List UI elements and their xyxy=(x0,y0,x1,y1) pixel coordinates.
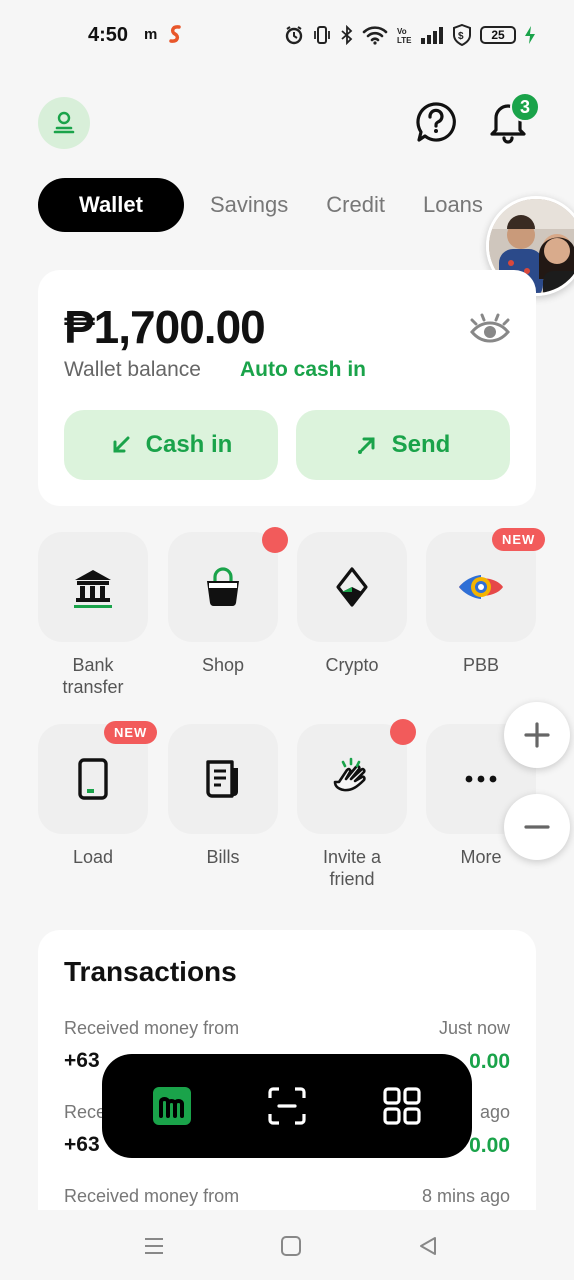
more-dots-icon xyxy=(465,775,497,783)
bills-tile xyxy=(168,724,278,834)
menu-lines-icon xyxy=(145,1238,163,1254)
transaction-time: ago xyxy=(479,1102,510,1122)
invite-tile xyxy=(297,724,407,834)
nav-back-button[interactable] xyxy=(414,1232,442,1260)
pbb-new-badge: NEW xyxy=(492,528,546,551)
arrow-down-left-icon xyxy=(113,436,130,453)
bluetooth-icon xyxy=(341,25,353,45)
cash-in-button[interactable]: Cash in xyxy=(64,410,278,480)
svg-text:LTE: LTE xyxy=(397,36,412,45)
maya-logo-icon xyxy=(153,1087,191,1125)
user-icon xyxy=(53,111,75,134)
service-crypto[interactable]: Crypto xyxy=(297,532,407,676)
volte-icon: VoLTE xyxy=(397,27,412,45)
send-label: Send xyxy=(391,431,451,458)
transaction-amount: 0.00 xyxy=(469,1050,510,1073)
tab-credit[interactable]: Credit xyxy=(326,192,385,218)
arrow-up-right-icon xyxy=(357,437,375,454)
service-label: Load xyxy=(72,847,114,867)
floating-dock xyxy=(102,1054,472,1158)
crypto-icon xyxy=(336,567,368,607)
home-square-icon xyxy=(281,1236,301,1256)
tab-loans[interactable]: Loans xyxy=(423,192,483,218)
dock-scan-button[interactable] xyxy=(265,1084,309,1128)
phone-icon xyxy=(78,758,108,800)
service-pbb[interactable]: PBB xyxy=(426,532,536,676)
service-label: Shop xyxy=(201,655,245,675)
scan-qr-icon xyxy=(268,1087,306,1125)
battery-indicator: 25 xyxy=(480,26,516,44)
app-notification-icon xyxy=(169,25,181,43)
bill-icon xyxy=(206,760,238,798)
service-bank-transfer[interactable]: Bank transfer xyxy=(38,532,148,698)
status-time: 4:50 xyxy=(88,24,129,46)
grid-icon xyxy=(383,1087,421,1125)
dock-menu-button[interactable] xyxy=(380,1084,424,1128)
profile-button[interactable] xyxy=(38,97,90,149)
clapping-hands-icon xyxy=(333,757,366,792)
account-tabs: Wallet Savings Credit Loans xyxy=(38,178,521,232)
bank-icon xyxy=(74,570,112,608)
eye-visibility-icon[interactable] xyxy=(468,310,512,346)
alarm-icon xyxy=(285,26,303,45)
service-invite-friend[interactable]: Invite a friend xyxy=(297,724,407,890)
shopping-bag-icon xyxy=(207,567,239,607)
service-label: Bank transfer xyxy=(62,655,124,697)
pbb-eye-icon xyxy=(459,575,503,599)
status-bar: 4:50 m Vo LTE $ 25 xyxy=(0,0,574,72)
tab-wallet[interactable]: Wallet xyxy=(38,178,184,232)
vpn-shield-icon: $ xyxy=(453,24,471,46)
send-button[interactable]: Send xyxy=(296,410,510,480)
shop-tile xyxy=(168,532,278,642)
transaction-time: 8 mins ago xyxy=(421,1186,510,1206)
service-label: Bills xyxy=(206,847,240,867)
bank-transfer-tile xyxy=(38,532,148,642)
wallet-balance-label: Wallet balance xyxy=(64,358,201,381)
shop-notification-dot xyxy=(262,527,288,553)
nav-home-button[interactable] xyxy=(277,1232,305,1260)
transaction-amount: 0.00 xyxy=(469,1134,510,1157)
service-shop[interactable]: Shop xyxy=(168,532,278,676)
tab-savings[interactable]: Savings xyxy=(210,192,288,218)
minus-icon xyxy=(524,825,550,829)
charging-icon xyxy=(525,26,535,44)
svg-text:Vo: Vo xyxy=(397,27,407,36)
service-label: Crypto xyxy=(325,655,379,675)
svg-text:$: $ xyxy=(458,31,464,42)
service-bills[interactable]: Bills xyxy=(168,724,278,868)
transaction-time: Just now xyxy=(438,1018,510,1038)
plus-icon xyxy=(524,722,550,748)
zoom-out-button[interactable] xyxy=(504,794,570,860)
notification-count-badge: 3 xyxy=(510,92,540,122)
back-triangle-icon xyxy=(420,1237,436,1255)
signal-icon xyxy=(421,27,443,44)
vibrate-icon xyxy=(314,26,330,44)
help-icon[interactable] xyxy=(414,100,458,144)
wallet-card: ₱1,700.00 Wallet balance Auto cash in Ca… xyxy=(38,270,536,506)
dock-home-button[interactable] xyxy=(150,1084,194,1128)
wallet-balance-amount: ₱1,700.00 xyxy=(64,301,266,353)
service-load[interactable]: Load xyxy=(38,724,148,868)
auto-cash-in-link[interactable]: Auto cash in xyxy=(240,358,366,382)
invite-notification-dot xyxy=(390,719,416,745)
nav-recents-button[interactable] xyxy=(140,1232,168,1260)
load-new-badge: NEW xyxy=(104,721,158,744)
cash-in-label: Cash in xyxy=(145,431,233,458)
zoom-in-button[interactable] xyxy=(504,702,570,768)
transaction-row[interactable]: Received money from 8 mins ago xyxy=(64,1186,510,1207)
maya-notification-icon: m xyxy=(144,26,158,43)
service-label: PBB xyxy=(462,655,500,675)
crypto-tile xyxy=(297,532,407,642)
system-navigation-bar xyxy=(0,1210,574,1280)
service-label: Invite a friend xyxy=(322,847,382,889)
wifi-icon xyxy=(362,26,388,45)
transactions-title: Transactions xyxy=(64,956,237,987)
